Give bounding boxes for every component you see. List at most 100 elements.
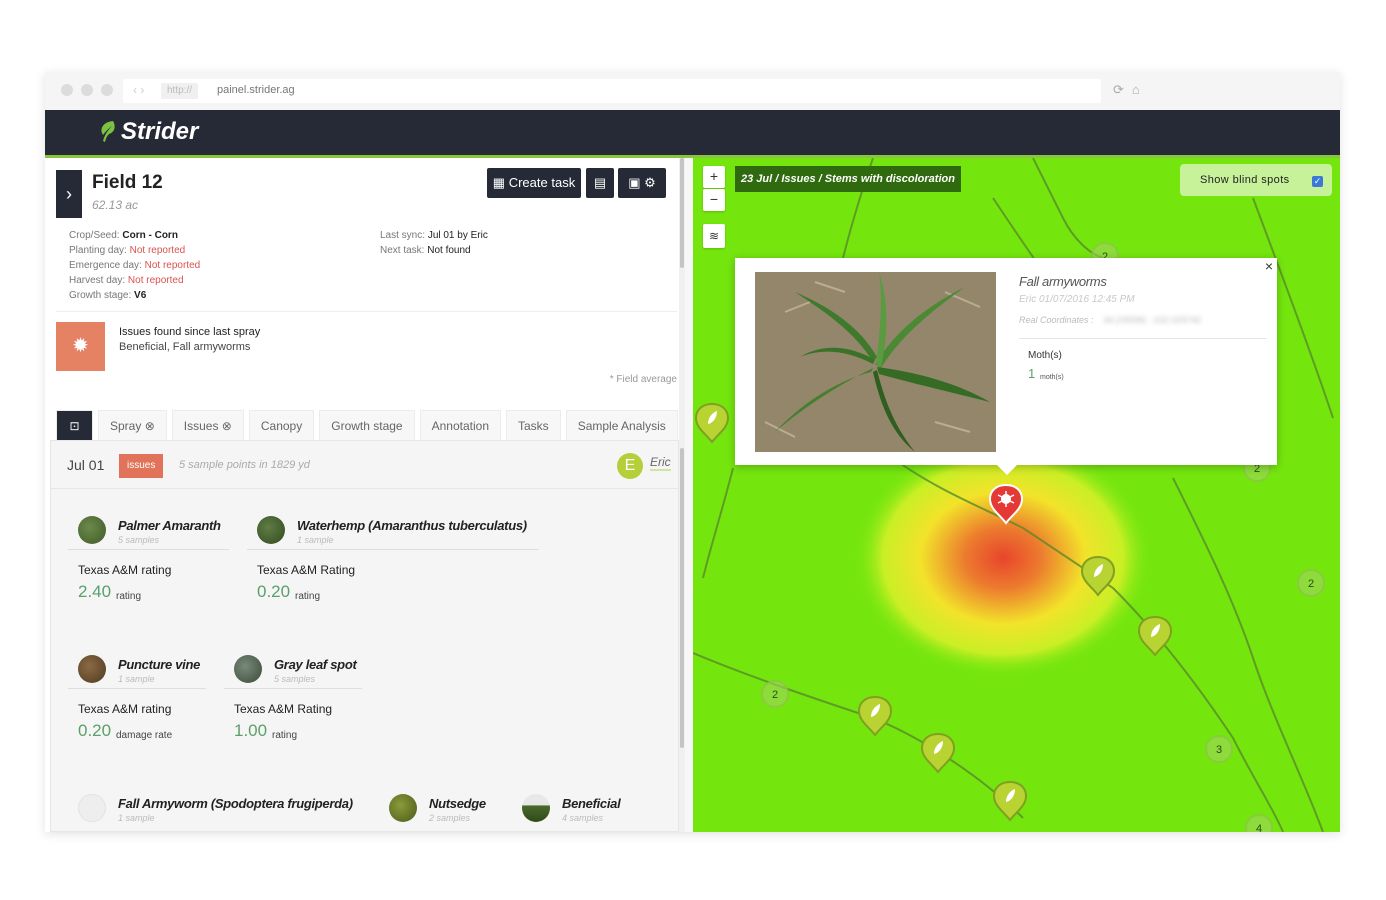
strider-logo[interactable]: Strider: [97, 118, 198, 146]
zoom-in-button[interactable]: +: [703, 166, 725, 188]
scrollbar-thumb[interactable]: [680, 448, 684, 748]
popup-unit: moth(s): [1040, 374, 1064, 381]
emergence-label: Emergence day:: [69, 260, 142, 271]
leaf-marker-icon[interactable]: [920, 732, 956, 774]
field-title: Field 12: [92, 172, 163, 193]
remove-filter-icon[interactable]: ⊗: [145, 419, 155, 433]
home-icon[interactable]: ⌂: [1132, 82, 1148, 97]
item-value: 0.20: [78, 721, 112, 740]
item-value: 0.20: [257, 582, 291, 601]
item-count: 5 samples: [118, 535, 160, 545]
tab-issues[interactable]: Issues ⊗: [171, 410, 244, 440]
field-panel: › Field 12 62.13 ac ▦ Create task ▤ ▣ ⚙ …: [45, 158, 685, 832]
tab-growth-stage[interactable]: Growth stage: [319, 410, 415, 440]
leaf-marker-icon[interactable]: [857, 695, 893, 737]
url-text[interactable]: painel.strider.ag: [217, 84, 295, 96]
tab-sample-analysis[interactable]: Sample Analysis: [565, 410, 678, 440]
issues-description: Beneficial, Fall armyworms: [119, 341, 251, 353]
blind-spots-label: Show blind spots: [1200, 174, 1290, 186]
tab-tasks[interactable]: Tasks: [506, 410, 561, 440]
scout-path: [1172, 477, 1324, 832]
create-task-label: Create task: [508, 175, 576, 190]
item-unit: damage rate: [116, 730, 173, 741]
tab-canopy[interactable]: Canopy: [248, 410, 315, 440]
sample-photo[interactable]: [755, 272, 996, 452]
address-bar[interactable]: ‹ › http:// painel.strider.ag: [123, 79, 1101, 103]
popup-title: Fall armyworms: [1019, 274, 1107, 289]
cluster-count: 2: [772, 689, 778, 701]
emergence-value: Not reported: [144, 260, 201, 271]
export-settings-button[interactable]: ▣ ⚙: [618, 168, 666, 198]
divider: [68, 688, 206, 689]
leaf-marker-icon[interactable]: [992, 780, 1028, 822]
crop-label: Crop/Seed:: [69, 230, 120, 241]
reload-icon[interactable]: ⟳: [1113, 82, 1132, 97]
sync-label: Last sync:: [380, 230, 426, 241]
weed-thumbnail: [257, 516, 285, 544]
popup-value: 1: [1028, 366, 1036, 381]
remove-filter-icon[interactable]: ⊗: [222, 419, 232, 433]
field-map[interactable]: 2 2 2 2 3 4 + − ≋ 23 Jul / Issues / Stem…: [693, 158, 1340, 832]
blind-spots-toggle[interactable]: Show blind spots ✓: [1180, 164, 1332, 196]
create-task-button[interactable]: ▦ Create task: [487, 168, 581, 198]
panel-scrollbar[interactable]: [679, 158, 685, 832]
divider: [224, 688, 362, 689]
item-value: 2.40: [78, 582, 112, 601]
blind-spots-checkbox[interactable]: ✓: [1312, 176, 1323, 187]
tab-spray[interactable]: Spray ⊗: [98, 410, 167, 440]
collapse-panel-button[interactable]: ›: [56, 170, 82, 218]
growth-label: Growth stage:: [69, 290, 132, 301]
field-area: 62.13 ac: [92, 198, 139, 212]
window-minimize-dot[interactable]: [81, 84, 93, 96]
gear-icon: ⚙: [644, 175, 656, 190]
scout-path: [693, 652, 1024, 819]
item-name: Palmer Amaranth: [118, 518, 221, 533]
zoom-out-button[interactable]: −: [703, 189, 725, 211]
item-metric: Texas A&M Rating: [257, 563, 356, 577]
user-name: Eric: [650, 455, 671, 471]
weed-thumbnail: [389, 794, 417, 822]
corn-plant-image: [755, 272, 996, 452]
close-icon[interactable]: ×: [1265, 258, 1273, 274]
tab-overview[interactable]: ⊡: [56, 410, 93, 440]
item-count: 5 samples: [274, 674, 316, 684]
tab-annotation[interactable]: Annotation: [419, 410, 501, 440]
map-breadcrumb: 23 Jul / Issues / Stems with discolorati…: [735, 166, 961, 192]
sample-summary: 5 sample points in 1829 yd: [179, 459, 310, 471]
next-task-value: Not found: [427, 245, 471, 256]
item-count: 1 sample: [118, 674, 155, 684]
scrollbar-thumb[interactable]: [680, 158, 684, 268]
layers-button[interactable]: ≋: [703, 224, 725, 248]
sample-tabs: ⊡ Spray ⊗ Issues ⊗ Canopy Growth stage A…: [56, 410, 683, 440]
book-icon: ▤: [593, 175, 607, 190]
popup-author-time: Eric 01/07/2016 12:45 PM: [1019, 294, 1135, 305]
field-average-note: * Field average: [609, 374, 677, 385]
browser-chrome: ‹ › http:// painel.strider.ag ⟳⌂: [45, 72, 1340, 110]
back-forward-icon[interactable]: ‹ ›: [133, 83, 144, 97]
chevron-right-icon: ›: [66, 184, 72, 204]
layers-icon: ≋: [708, 229, 720, 243]
leaf-marker-icon[interactable]: [694, 402, 730, 444]
planting-label: Planting day:: [69, 245, 127, 256]
issues-badge[interactable]: issues: [119, 454, 164, 478]
growth-value: V6: [134, 290, 147, 301]
item-unit: rating: [116, 591, 142, 602]
sample-popup: × Fall armyworms Eric 01/07/2016 12:45 P…: [735, 258, 1277, 475]
divider: [56, 311, 677, 312]
target-icon: ⊡: [69, 419, 80, 433]
divider: [1019, 338, 1267, 339]
popup-caret: [997, 465, 1017, 475]
item-count: 1 sample: [297, 535, 334, 545]
item-unit: rating: [295, 591, 321, 602]
sample-date: Jul 01: [67, 457, 105, 473]
coordinates-value: 34.235586, -102.029742: [1103, 315, 1202, 325]
leaf-marker-icon[interactable]: [1137, 615, 1173, 657]
window-maximize-dot[interactable]: [101, 84, 113, 96]
window-close-dot[interactable]: [61, 84, 73, 96]
harvest-value: Not reported: [127, 275, 184, 286]
planting-value: Not reported: [129, 245, 186, 256]
url-protocol: http://: [161, 83, 199, 99]
report-button[interactable]: ▤: [586, 168, 614, 198]
weed-thumbnail: [78, 516, 106, 544]
coordinates-label: Real Coordinates :: [1019, 315, 1094, 325]
